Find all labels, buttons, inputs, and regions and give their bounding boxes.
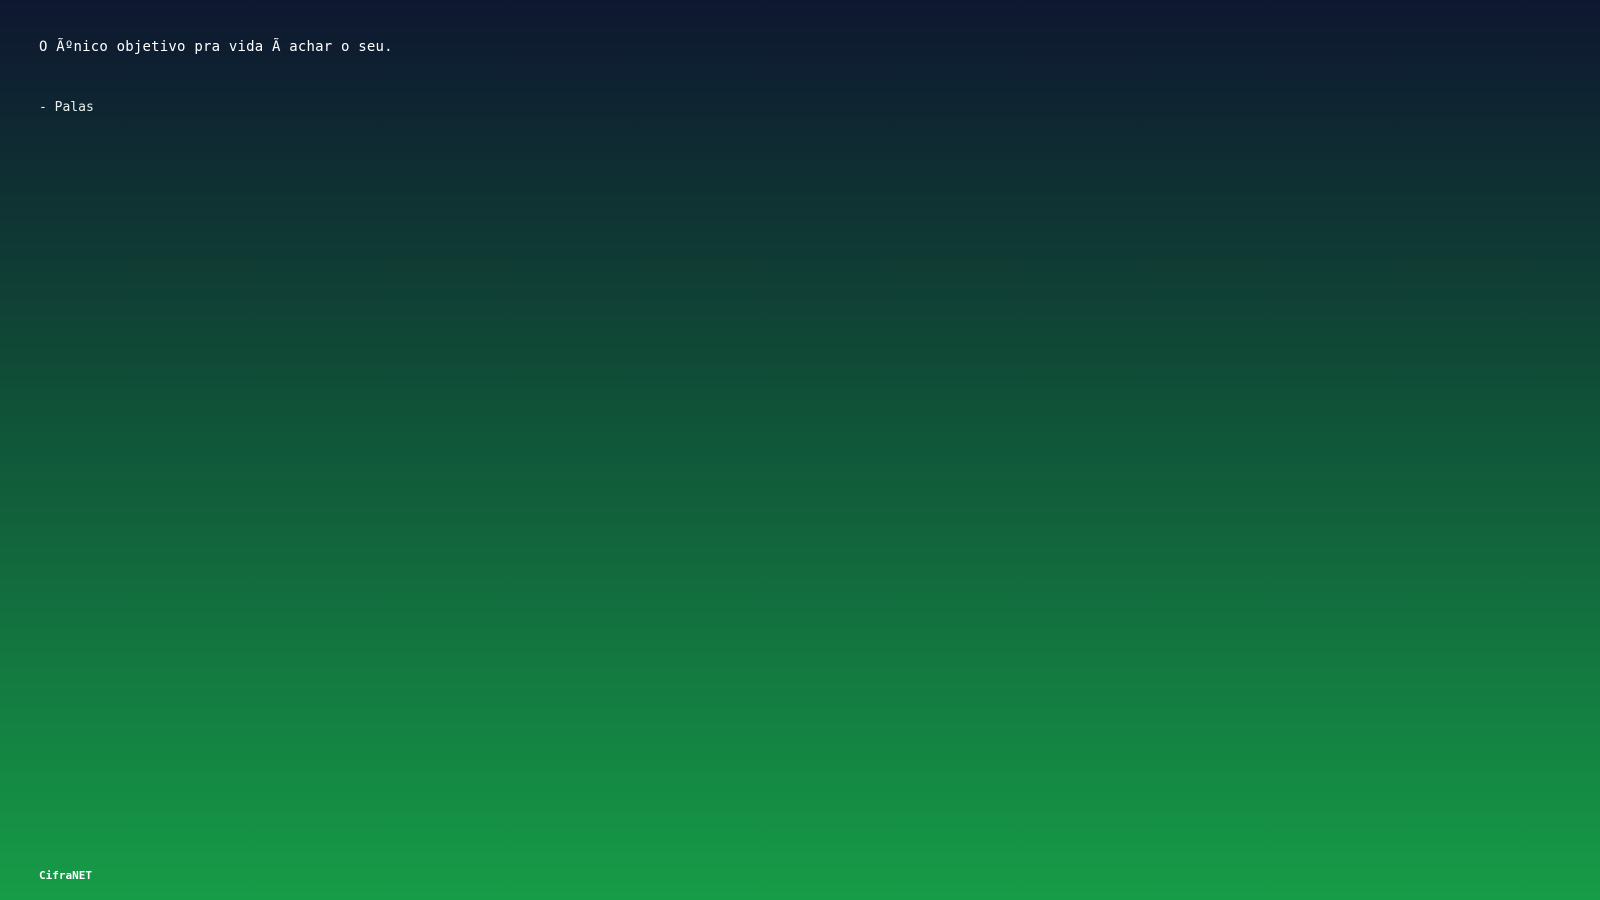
quote-text: O Ãºnico objetivo pra vida Ã achar o seu… [39,39,393,55]
quote-author: - Palas [39,100,94,115]
brand-name: CifraNET [39,869,92,882]
